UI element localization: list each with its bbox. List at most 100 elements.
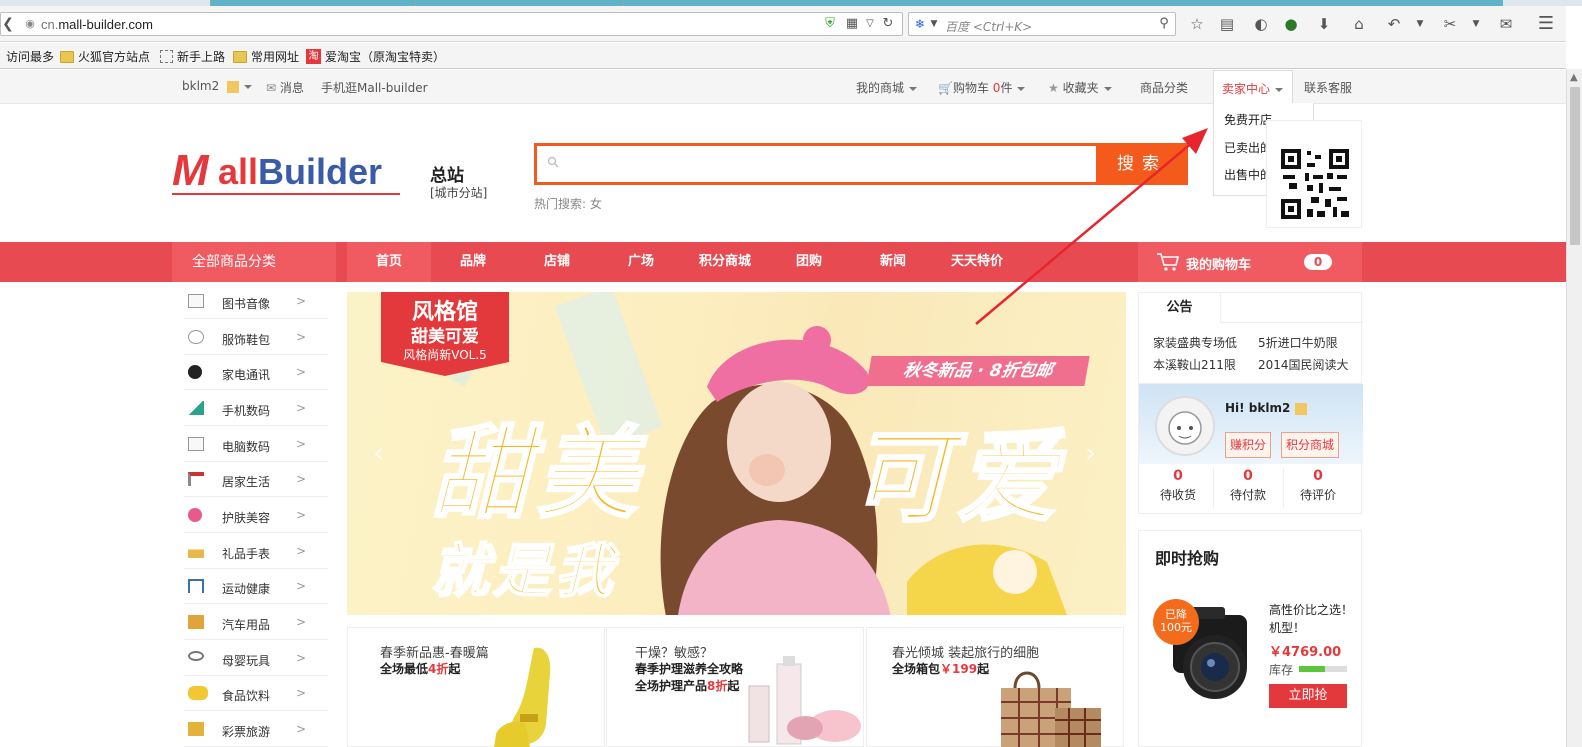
chevron-right-icon: > (295, 401, 306, 415)
product-name[interactable]: 高性价比之选！机型！ (1269, 601, 1353, 637)
tab-notice[interactable]: 公告 (1139, 293, 1221, 323)
earn-points-button[interactable]: 赚积分 (1225, 432, 1271, 458)
points-mall-button[interactable]: 积分商城 (1281, 432, 1339, 458)
chevron-right-icon: > (295, 330, 306, 344)
scroll-up-icon[interactable]: ▲ (1570, 72, 1578, 83)
url-text[interactable]: cn.mall-builder.com (41, 17, 153, 32)
search-button[interactable]: 搜索 (1096, 143, 1188, 185)
category-baby[interactable]: 母婴玩具 > (184, 641, 328, 676)
bookmark-most-visited[interactable]: 访问最多 (6, 48, 54, 65)
search-icon[interactable]: ⚲ (1155, 15, 1173, 33)
nav-points-mall[interactable]: 积分商城 (683, 242, 767, 282)
category-home[interactable]: 居家生活 > (184, 462, 328, 497)
menu-item-open-store[interactable]: 免费开店 (1224, 111, 1272, 128)
crop-icon[interactable]: ✂ (1441, 15, 1459, 33)
menu-icon[interactable]: ☰ (1537, 15, 1555, 33)
site-logo[interactable]: M allBuilder (172, 146, 402, 196)
my-cart-button[interactable]: 我的购物车 0 (1138, 242, 1362, 282)
chevron-left-icon[interactable]: ‹ (373, 436, 384, 469)
category-travel[interactable]: 彩票旅游 > (184, 712, 328, 747)
nav-home[interactable]: 首页 (347, 242, 431, 282)
sub-banner-skincare[interactable]: 干燥？敏感？ 春季护理滋养全攻略 全场护理产品8折起 (606, 627, 864, 747)
category-phones[interactable]: 手机数码 > (184, 391, 328, 426)
main-banner[interactable]: 风格馆 甜美可爱 风格尚新VOL.5 秋冬新品 · 8折包邮 甜美 可爱 就是我… (347, 292, 1126, 615)
search-input[interactable] (534, 143, 1188, 185)
download-icon[interactable]: ⬇ (1315, 15, 1333, 33)
cart-icon (1157, 253, 1180, 271)
home-icon[interactable]: ⌂ (1350, 15, 1368, 33)
nav-brand[interactable]: 品牌 (431, 242, 515, 282)
nav-daily-deals[interactable]: 天天特价 (935, 242, 1019, 282)
reading-list-icon[interactable]: ▤ (1218, 15, 1236, 33)
nav-news[interactable]: 新闻 (851, 242, 935, 282)
discount-badge: 已降 100元 (1153, 599, 1199, 645)
nav-group-buy[interactable]: 团购 (767, 242, 851, 282)
notice-item[interactable]: 2014国民阅读大 (1258, 356, 1349, 373)
stat-pending-payment[interactable]: 0 待付款 (1213, 468, 1283, 503)
reload-icon[interactable]: ↻ (879, 15, 897, 33)
buy-now-button[interactable]: 立即抢 (1269, 684, 1347, 708)
browser-search-box[interactable]: ❄ ▼ 百度 <Ctrl+K> ⚲ (908, 12, 1176, 36)
cart-menu[interactable]: 🛒购物车 0件 (938, 79, 1026, 96)
car-seat-icon (188, 615, 204, 629)
palette-icon[interactable]: ◐ (1252, 15, 1270, 33)
skincare-image (748, 656, 861, 745)
seller-center-menu[interactable]: 卖家中心 (1213, 70, 1293, 104)
stat-pending-review[interactable]: 0 待评价 (1283, 468, 1353, 503)
category-apparel[interactable]: 服饰鞋包 > (184, 320, 328, 355)
chat-icon[interactable]: ✉ (1497, 15, 1515, 33)
url-bar[interactable]: ❮ ◉ cn.mall-builder.com ⛨ ▦ ▽ ↻ (0, 12, 903, 36)
bookmark-common-sites[interactable]: 常用网址 (233, 48, 299, 65)
user-panel: Hi! bklm2 赚积分 积分商城 0 待收货 0 待付款 0 待评价 (1138, 383, 1363, 514)
categories-link[interactable]: 商品分类 (1140, 79, 1188, 96)
my-mall-menu[interactable]: 我的商城 (856, 79, 918, 96)
page-scrollbar[interactable]: ▲ (1566, 69, 1582, 747)
page-info-icon[interactable]: ◉ (21, 15, 39, 33)
shield-icon[interactable]: ⛨ (821, 15, 839, 33)
back-icon[interactable]: ❮ (0, 15, 17, 33)
banner-headline-2: 可爱 (850, 418, 1063, 538)
category-food[interactable]: 食品饮料 > (184, 676, 328, 711)
engine-dropdown-icon[interactable]: ▼ (925, 15, 943, 33)
nav-stores[interactable]: 店铺 (515, 242, 599, 282)
category-computers[interactable]: 电脑数码 > (184, 427, 328, 462)
stat-pending-receipt[interactable]: 0 待收货 (1143, 468, 1213, 503)
notice-item[interactable]: 家装盛典专场低 (1153, 334, 1237, 351)
customer-service-link[interactable]: 联系客服 (1304, 79, 1352, 96)
hot-search[interactable]: 热门搜索: 女 (534, 195, 602, 212)
sub-banner-bags[interactable]: 春光倾城 装起旅行的细胞 全场箱包￥199起 (866, 627, 1124, 747)
category-sports[interactable]: 运动健康 > (184, 569, 328, 604)
bookmark-getting-started[interactable]: 新手上路 (160, 48, 225, 65)
category-beauty[interactable]: 护肤美容 > (184, 498, 328, 533)
all-categories-button[interactable]: 全部商品分类 (172, 242, 336, 282)
category-books[interactable]: 图书音像 > (184, 284, 328, 319)
category-auto[interactable]: 汽车用品 > (184, 605, 328, 640)
product-price: ￥4769.00 (1269, 645, 1342, 660)
chevron-right-icon[interactable]: › (1085, 436, 1096, 469)
dropdown-icon[interactable]: ▽ (861, 15, 879, 33)
messages-link[interactable]: ✉ 消息 (266, 79, 304, 96)
notice-item[interactable]: 5折进口牛奶限 (1258, 334, 1338, 351)
bookmark-star-icon[interactable]: ☆ (1188, 15, 1206, 33)
sub-banner-shoes[interactable]: 春季新品惠-春暖篇 全场最低4折起 (347, 627, 605, 747)
city-site-link[interactable]: [城市分站] (430, 184, 487, 201)
undo-dropdown-icon[interactable]: ▼ (1411, 15, 1429, 33)
qr-code-icon[interactable]: ▦ (843, 15, 861, 33)
category-appliances[interactable]: 家电通讯 > (184, 355, 328, 390)
crop-dropdown-icon[interactable]: ▼ (1467, 15, 1485, 33)
category-gifts[interactable]: 礼品手表 > (184, 534, 328, 569)
chevron-right-icon: > (295, 437, 306, 451)
scroll-thumb[interactable] (1570, 87, 1580, 245)
bookmark-firefox[interactable]: 火狐官方站点 (60, 48, 150, 65)
undo-icon[interactable]: ↶ (1385, 15, 1403, 33)
nav-plaza[interactable]: 广场 (599, 242, 683, 282)
chevron-right-icon: > (295, 508, 306, 522)
notice-item[interactable]: 本溪鞍山211限 (1153, 356, 1236, 373)
bookmark-aitaobao[interactable]: 淘爱淘宝（原淘宝特卖） (306, 48, 445, 65)
user-menu[interactable]: bklm2 (182, 79, 253, 93)
addon-icon[interactable]: ● (1282, 15, 1300, 33)
mobile-link[interactable]: 手机逛Mall-builder (321, 79, 428, 96)
banner-headline-3: 就是我 (430, 536, 618, 606)
favorites-menu[interactable]: ★ 收藏夹 (1048, 79, 1112, 96)
avatar[interactable] (1155, 396, 1215, 456)
